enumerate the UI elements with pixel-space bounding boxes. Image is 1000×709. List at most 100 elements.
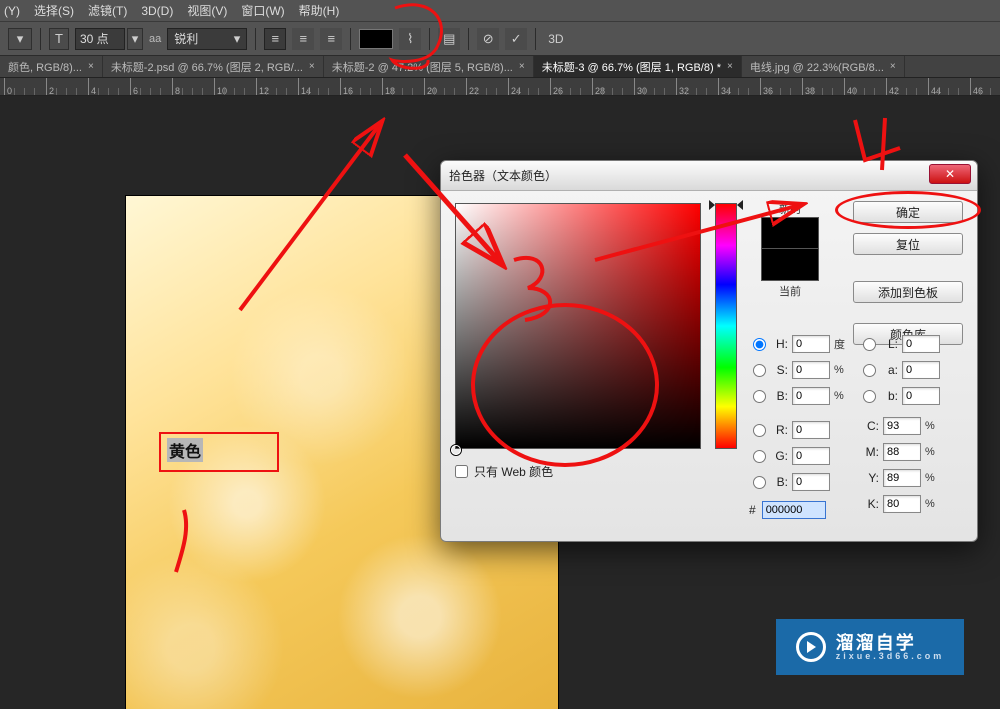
hsb-rgb-fields: H:度 S:% B:% R: G: B: xyxy=(753,331,848,495)
3d-button[interactable]: 3D xyxy=(544,32,567,46)
reset-button[interactable]: 复位 xyxy=(853,233,963,255)
tab-label: 颜色, RGB/8)... xyxy=(8,59,82,75)
close-icon[interactable]: × xyxy=(890,61,896,72)
document-tab[interactable]: 颜色, RGB/8)... × xyxy=(0,56,103,77)
align-left-button[interactable]: ≡ xyxy=(264,28,286,50)
document-tab[interactable]: 电线.jpg @ 22.3%(RGB/8...× xyxy=(742,56,905,77)
L-label: L: xyxy=(882,337,898,351)
ruler-tick: 34 xyxy=(718,78,731,96)
ruler-tick: 8 xyxy=(172,78,180,96)
h-field[interactable] xyxy=(792,335,830,353)
lb-label: b: xyxy=(882,389,898,403)
font-size-control[interactable]: 30 点 ▾ xyxy=(75,28,143,50)
font-size-field[interactable]: 30 点 xyxy=(75,28,125,50)
menu-item[interactable]: 帮助(H) xyxy=(299,2,340,19)
lab-fields: L: a: b: xyxy=(863,331,940,409)
L-field[interactable] xyxy=(902,335,940,353)
Y-field[interactable] xyxy=(883,469,921,487)
current-color-swatch[interactable] xyxy=(761,249,819,281)
menu-bar: (Y) 选择(S) 滤镜(T) 3D(D) 视图(V) 窗口(W) 帮助(H) xyxy=(0,0,1000,22)
hex-field[interactable] xyxy=(762,501,826,519)
s-radio[interactable] xyxy=(753,364,766,377)
menu-item[interactable]: 3D(D) xyxy=(141,4,173,18)
bc-field[interactable] xyxy=(792,473,830,491)
menu-item[interactable]: 选择(S) xyxy=(34,2,74,19)
ruler-tick: 0 xyxy=(4,78,12,96)
cancel-edit-button[interactable]: ⊘ xyxy=(477,28,499,50)
new-color-swatch[interactable] xyxy=(761,217,819,249)
warp-text-button[interactable]: ⌇ xyxy=(399,28,421,50)
align-right-button[interactable]: ≡ xyxy=(320,28,342,50)
color-picker-dialog[interactable]: 拾色器（文本颜色） ✕ 当前 新的 确定 复位 添加到色板 颜色库 H:度 S xyxy=(440,160,978,542)
close-icon[interactable]: × xyxy=(88,61,94,72)
font-size-dropdown[interactable]: ▾ xyxy=(127,28,143,50)
text-orientation-button[interactable]: T xyxy=(49,28,69,50)
M-field[interactable] xyxy=(883,443,921,461)
document-tab[interactable]: 未标题-2.psd @ 66.7% (图层 2, RGB/... × xyxy=(103,56,324,77)
hue-strip[interactable] xyxy=(715,203,737,449)
s-label: S: xyxy=(772,363,788,377)
close-icon[interactable]: × xyxy=(519,61,525,72)
dialog-close-button[interactable]: ✕ xyxy=(929,164,971,184)
hex-prefix: # xyxy=(749,503,756,517)
Y-unit: % xyxy=(925,472,939,484)
close-icon[interactable]: × xyxy=(309,61,315,72)
tab-label: 未标题-2.psd @ 66.7% (图层 2, RGB/... xyxy=(111,59,303,75)
a-radio[interactable] xyxy=(863,364,876,377)
a-field[interactable] xyxy=(902,361,940,379)
dialog-title: 拾色器（文本颜色） xyxy=(449,167,557,184)
font-size-value: 30 点 xyxy=(80,30,109,47)
menu-item[interactable]: 滤镜(T) xyxy=(88,2,127,19)
web-only-checkbox[interactable] xyxy=(455,465,468,478)
horizontal-ruler[interactable]: 0246810121416182022242628303234363840424… xyxy=(0,78,1000,96)
ruler-tick: 22 xyxy=(466,78,479,96)
menu-item[interactable]: 视图(V) xyxy=(187,2,227,19)
web-only-label: 只有 Web 颜色 xyxy=(474,463,553,480)
s-field[interactable] xyxy=(792,361,830,379)
b-unit: % xyxy=(834,390,848,402)
color-swatch-preview: 当前 xyxy=(761,217,819,299)
align-center-button[interactable]: ≡ xyxy=(292,28,314,50)
b-field[interactable] xyxy=(792,387,830,405)
lb-radio[interactable] xyxy=(863,390,876,403)
C-field[interactable] xyxy=(883,417,921,435)
sv-cursor[interactable] xyxy=(451,445,461,455)
ok-button[interactable]: 确定 xyxy=(853,201,963,223)
tab-label: 未标题-2 @ 47.2% (图层 5, RGB/8)... xyxy=(332,59,513,75)
saturation-value-field[interactable] xyxy=(455,203,701,449)
g-field[interactable] xyxy=(792,447,830,465)
g-radio[interactable] xyxy=(753,450,766,463)
document-tab[interactable]: 未标题-2 @ 47.2% (图层 5, RGB/8)... × xyxy=(324,56,534,77)
ruler-tick: 12 xyxy=(256,78,269,96)
menu-item[interactable]: 窗口(W) xyxy=(241,2,284,19)
text-layer-content[interactable]: 黄色 xyxy=(167,438,203,462)
ruler-tick: 44 xyxy=(928,78,941,96)
antialias-select[interactable]: 锐利 ▾ xyxy=(167,28,247,50)
character-panel-button[interactable]: ▤ xyxy=(438,28,460,50)
lb-field[interactable] xyxy=(902,387,940,405)
text-color-swatch[interactable] xyxy=(359,29,393,49)
cmyk-fields: C:% M:% Y:% K:% xyxy=(863,413,939,517)
b-radio[interactable] xyxy=(753,390,766,403)
K-field[interactable] xyxy=(883,495,921,513)
ruler-tick: 38 xyxy=(802,78,815,96)
ruler-tick: 30 xyxy=(634,78,647,96)
menu-item[interactable]: (Y) xyxy=(4,4,20,18)
dialog-body: 当前 新的 确定 复位 添加到色板 颜色库 H:度 S:% B:% R: G: … xyxy=(441,191,977,541)
text-layer-selection[interactable]: 黄色 xyxy=(159,432,279,472)
bc-radio[interactable] xyxy=(753,476,766,489)
dialog-titlebar[interactable]: 拾色器（文本颜色） ✕ xyxy=(441,161,977,191)
commit-edit-button[interactable]: ✓ xyxy=(505,28,527,50)
close-icon[interactable]: × xyxy=(727,61,733,72)
add-swatch-button[interactable]: 添加到色板 xyxy=(853,281,963,303)
s-unit: % xyxy=(834,364,848,376)
web-only-checkbox-row: 只有 Web 颜色 xyxy=(455,463,553,480)
r-field[interactable] xyxy=(792,421,830,439)
tool-preset-button[interactable]: ▾ xyxy=(8,28,32,50)
L-radio[interactable] xyxy=(863,338,876,351)
document-tab[interactable]: 未标题-3 @ 66.7% (图层 1, RGB/8) *× xyxy=(534,56,742,77)
K-label: K: xyxy=(863,497,879,511)
r-radio[interactable] xyxy=(753,424,766,437)
h-radio[interactable] xyxy=(753,338,766,351)
antialias-label: aa xyxy=(149,33,161,45)
